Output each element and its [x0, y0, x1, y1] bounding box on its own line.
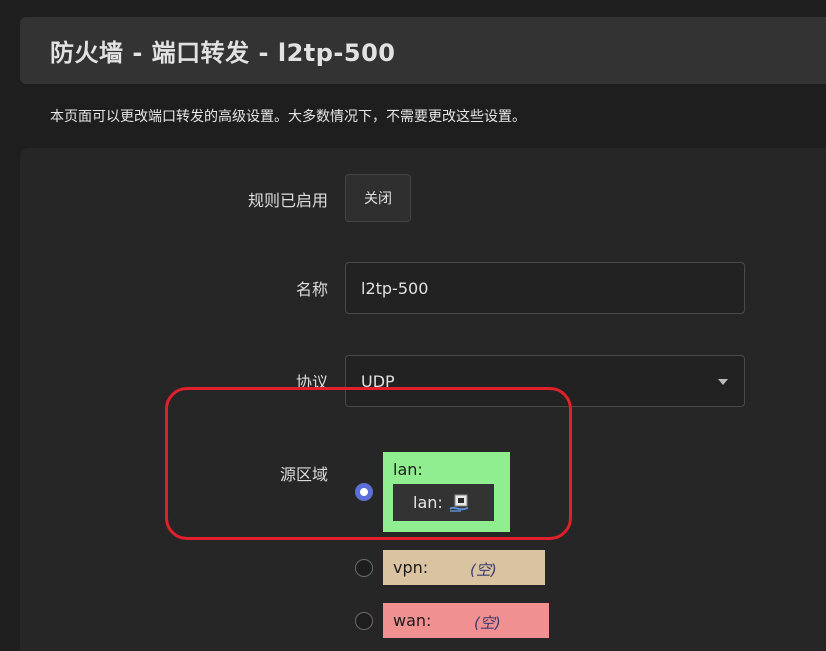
protocol-label: 协议 — [295, 373, 328, 392]
chevron-down-icon — [718, 379, 728, 385]
zone-option-vpn[interactable]: vpn: (空) — [383, 550, 545, 585]
name-label: 名称 — [295, 280, 328, 299]
zone-name-wan: wan: — [393, 611, 432, 630]
zone-option-wan[interactable]: wan: (空) — [383, 603, 549, 638]
zone-name-vpn: vpn: — [393, 558, 429, 577]
zone-empty-vpn: (空) — [470, 561, 497, 579]
protocol-select[interactable]: UDP — [345, 355, 745, 407]
zone-radio-wan[interactable] — [355, 612, 373, 630]
enabled-toggle-button[interactable]: 关闭 — [345, 174, 411, 222]
network-label-lan: lan: — [413, 493, 443, 512]
zone-name-lan: lan: — [393, 460, 423, 479]
page-description: 本页面可以更改端口转发的高级设置。大多数情况下，不需要更改这些设置。 — [50, 109, 526, 125]
network-badge-lan: lan: — [393, 484, 494, 521]
page-header: 防火墙 - 端口转发 - l2tp-500 — [20, 17, 826, 84]
ethernet-port-icon — [449, 494, 469, 512]
zone-radio-vpn[interactable] — [355, 559, 373, 577]
zone-empty-wan: (空) — [474, 614, 501, 632]
zone-radio-lan[interactable] — [355, 483, 373, 501]
source-zone-label: 源区域 — [279, 465, 328, 484]
page-title: 防火墙 - 端口转发 - l2tp-500 — [50, 39, 396, 67]
name-input[interactable] — [345, 262, 745, 314]
enabled-label: 规则已启用 — [247, 191, 328, 210]
zone-option-lan[interactable]: lan: lan: — [383, 452, 510, 532]
protocol-selected-value: UDP — [361, 371, 395, 391]
